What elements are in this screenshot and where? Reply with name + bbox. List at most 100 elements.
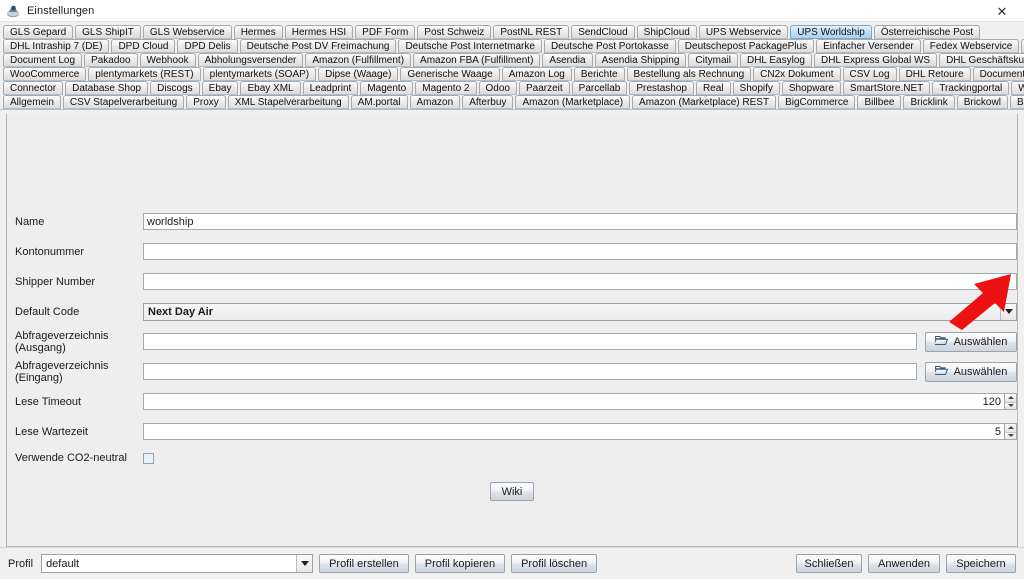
tab-abholungsversender[interactable]: Abholungsversender — [197, 53, 304, 67]
tab-citymail[interactable]: Citymail — [688, 53, 738, 67]
abfrage-ausgang-browse-button[interactable]: Auswählen — [925, 331, 1017, 352]
tab-billbee[interactable]: Billbee — [857, 95, 902, 109]
tab-oesterreichische-post[interactable]: Österreichische Post — [873, 25, 981, 39]
tab-allgemein[interactable]: Allgemein — [3, 95, 61, 109]
tab-shopify[interactable]: Shopify — [732, 81, 780, 95]
tab-pdf-form[interactable]: PDF Form — [355, 25, 416, 39]
tab-woocommerce[interactable]: WooCommerce — [3, 67, 87, 81]
tab-magento[interactable]: Magento — [360, 81, 414, 95]
tab-postnl-rest[interactable]: PostNL REST — [493, 25, 570, 39]
abfrage-ausgang-input[interactable] — [143, 333, 917, 350]
tab-hermes-hsi[interactable]: Hermes HSI — [284, 25, 354, 39]
tab-dhl-retoure[interactable]: DHL Retoure — [898, 67, 971, 81]
shipper-number-input[interactable] — [143, 273, 1017, 290]
create-profile-button[interactable]: Profil erstellen — [319, 554, 409, 573]
tab-ups-worldship[interactable]: UPS Worldship — [790, 25, 872, 39]
tab-csv-stapelverarbeitung[interactable]: CSV Stapelverarbeitung — [62, 95, 185, 109]
tab-shopware[interactable]: Shopware — [781, 81, 841, 95]
tab-post-schweiz[interactable]: Post Schweiz — [417, 25, 492, 39]
delete-profile-button[interactable]: Profil löschen — [511, 554, 598, 573]
tab-real[interactable]: Real — [695, 81, 731, 95]
tab-afterbuy[interactable]: Afterbuy — [462, 95, 514, 109]
tab-database-shop[interactable]: Database Shop — [65, 81, 149, 95]
tab-bestellung-als-rechnung[interactable]: Bestellung als Rechnung — [626, 67, 752, 81]
tab-dpd-cloud[interactable]: DPD Cloud — [111, 39, 176, 53]
tab-csv-log[interactable]: CSV Log — [842, 67, 897, 81]
co2-neutral-checkbox[interactable] — [143, 452, 154, 464]
save-button[interactable]: Speichern — [946, 554, 1016, 573]
tab-plentymarkets-rest[interactable]: plentymarkets (REST) — [88, 67, 201, 81]
tab-asendia[interactable]: Asendia — [542, 53, 593, 67]
tab-ebay[interactable]: Ebay — [201, 81, 239, 95]
tab-dipse-waage[interactable]: Dipse (Waage) — [318, 67, 399, 81]
tab-sendcloud[interactable]: SendCloud — [571, 25, 635, 39]
tab-amazon-log[interactable]: Amazon Log — [501, 67, 572, 81]
stepper-down-icon[interactable] — [1005, 431, 1016, 439]
chevron-down-icon[interactable] — [296, 555, 313, 572]
stepper-up-icon[interactable] — [1005, 424, 1016, 432]
tab-pakadoo[interactable]: Pakadoo — [84, 53, 138, 67]
tab-prestashop[interactable]: Prestashop — [629, 81, 694, 95]
profile-dropdown[interactable]: default — [41, 554, 314, 573]
tab-parcellab[interactable]: Parcellab — [571, 81, 628, 95]
stepper-up-icon[interactable] — [1005, 394, 1016, 402]
close-button[interactable]: Schließen — [796, 554, 862, 573]
tab-dhl-express-global-ws[interactable]: DHL Express Global WS — [813, 53, 938, 67]
tab-document-log[interactable]: Document Log — [3, 53, 83, 67]
tab-ebay-xml[interactable]: Ebay XML — [240, 81, 301, 95]
tab-berichte[interactable]: Berichte — [573, 67, 625, 81]
tab-am-portal[interactable]: AM.portal — [350, 95, 408, 109]
tab-xml-stapelverarbeitung[interactable]: XML Stapelverarbeitung — [227, 95, 349, 109]
tab-deutsche-post-internetmarke[interactable]: Deutsche Post Internetmarke — [398, 39, 542, 53]
abfrage-eingang-browse-button[interactable]: Auswählen — [925, 361, 1017, 382]
tab-deutschepost-packageplus[interactable]: Deutschepost PackagePlus — [677, 39, 815, 53]
lese-wartezeit-stepper[interactable] — [143, 423, 1017, 440]
tab-gls-gepard[interactable]: GLS Gepard — [3, 25, 74, 39]
tab-amazon[interactable]: Amazon — [409, 95, 461, 109]
apply-button[interactable]: Anwenden — [868, 554, 940, 573]
name-input[interactable] — [143, 213, 1017, 230]
close-icon[interactable]: ✕ — [980, 0, 1024, 22]
tab-bigcommerce[interactable]: BigCommerce — [778, 95, 856, 109]
lese-wartezeit-input[interactable] — [143, 423, 1004, 440]
tab-einfacher-versender[interactable]: Einfacher Versender — [816, 39, 921, 53]
tab-generische-waage[interactable]: Generische Waage — [400, 67, 500, 81]
tab-cn2x-dokument[interactable]: CN2x Dokument — [753, 67, 841, 81]
tab-dhl-intraship-7-de[interactable]: DHL Intraship 7 (DE) — [3, 39, 110, 53]
tab-asendia-shipping[interactable]: Asendia Shipping — [594, 53, 687, 67]
tab-discogs[interactable]: Discogs — [150, 81, 200, 95]
tab-leadprint[interactable]: Leadprint — [302, 81, 359, 95]
tab-amazon-fba-fulfillment[interactable]: Amazon FBA (Fulfillment) — [413, 53, 541, 67]
lese-timeout-stepper[interactable] — [143, 393, 1017, 410]
lese-timeout-arrows[interactable] — [1004, 393, 1017, 410]
tab-amazon-fulfillment[interactable]: Amazon (Fulfillment) — [305, 53, 412, 67]
tab-shipcloud[interactable]: ShipCloud — [636, 25, 697, 39]
tab-deutsche-post-dv-freimachung[interactable]: Deutsche Post DV Freimachung — [239, 39, 397, 53]
tab-document-downloader[interactable]: Document Downloader — [972, 67, 1024, 81]
abfrage-eingang-input[interactable] — [143, 363, 917, 380]
tab-plentymarkets-soap[interactable]: plentymarkets (SOAP) — [202, 67, 317, 81]
tab-gls-shipit[interactable]: GLS ShipIT — [75, 25, 141, 39]
tab-gls-webservice[interactable]: GLS Webservice — [142, 25, 232, 39]
tab-weclapp[interactable]: Weclapp — [1011, 81, 1024, 95]
wiki-button[interactable]: Wiki — [490, 482, 534, 501]
tab-connector[interactable]: Connector — [3, 81, 64, 95]
tab-proxy[interactable]: Proxy — [186, 95, 226, 109]
lese-wartezeit-arrows[interactable] — [1004, 423, 1017, 440]
tab-dhl-easylog[interactable]: DHL Easylog — [739, 53, 812, 67]
tab-amazon-marketplace[interactable]: Amazon (Marketplace) — [515, 95, 631, 109]
tab-magento-2[interactable]: Magento 2 — [415, 81, 477, 95]
tab-trackingportal[interactable]: Trackingportal — [932, 81, 1010, 95]
tab-odoo[interactable]: Odoo — [478, 81, 517, 95]
tab-bricklink[interactable]: Bricklink — [903, 95, 955, 109]
tab-paarzeit[interactable]: Paarzeit — [518, 81, 570, 95]
tab-ups-webservice[interactable]: UPS Webservice — [698, 25, 789, 39]
tab-dhl-geschaeftskundenversand[interactable]: DHL Geschäftskundenversand — [939, 53, 1024, 67]
tab-deutsche-post-portokasse[interactable]: Deutsche Post Portokasse — [543, 39, 676, 53]
kontonummer-input[interactable] — [143, 243, 1017, 260]
tab-dpd-delis[interactable]: DPD Delis — [177, 39, 238, 53]
tab-webhook[interactable]: Webhook — [139, 53, 196, 67]
default-code-dropdown[interactable]: Next Day Air — [143, 302, 1017, 321]
chevron-down-icon[interactable] — [1000, 303, 1016, 320]
tab-amazon-marketplace-rest[interactable]: Amazon (Marketplace) REST — [632, 95, 777, 109]
